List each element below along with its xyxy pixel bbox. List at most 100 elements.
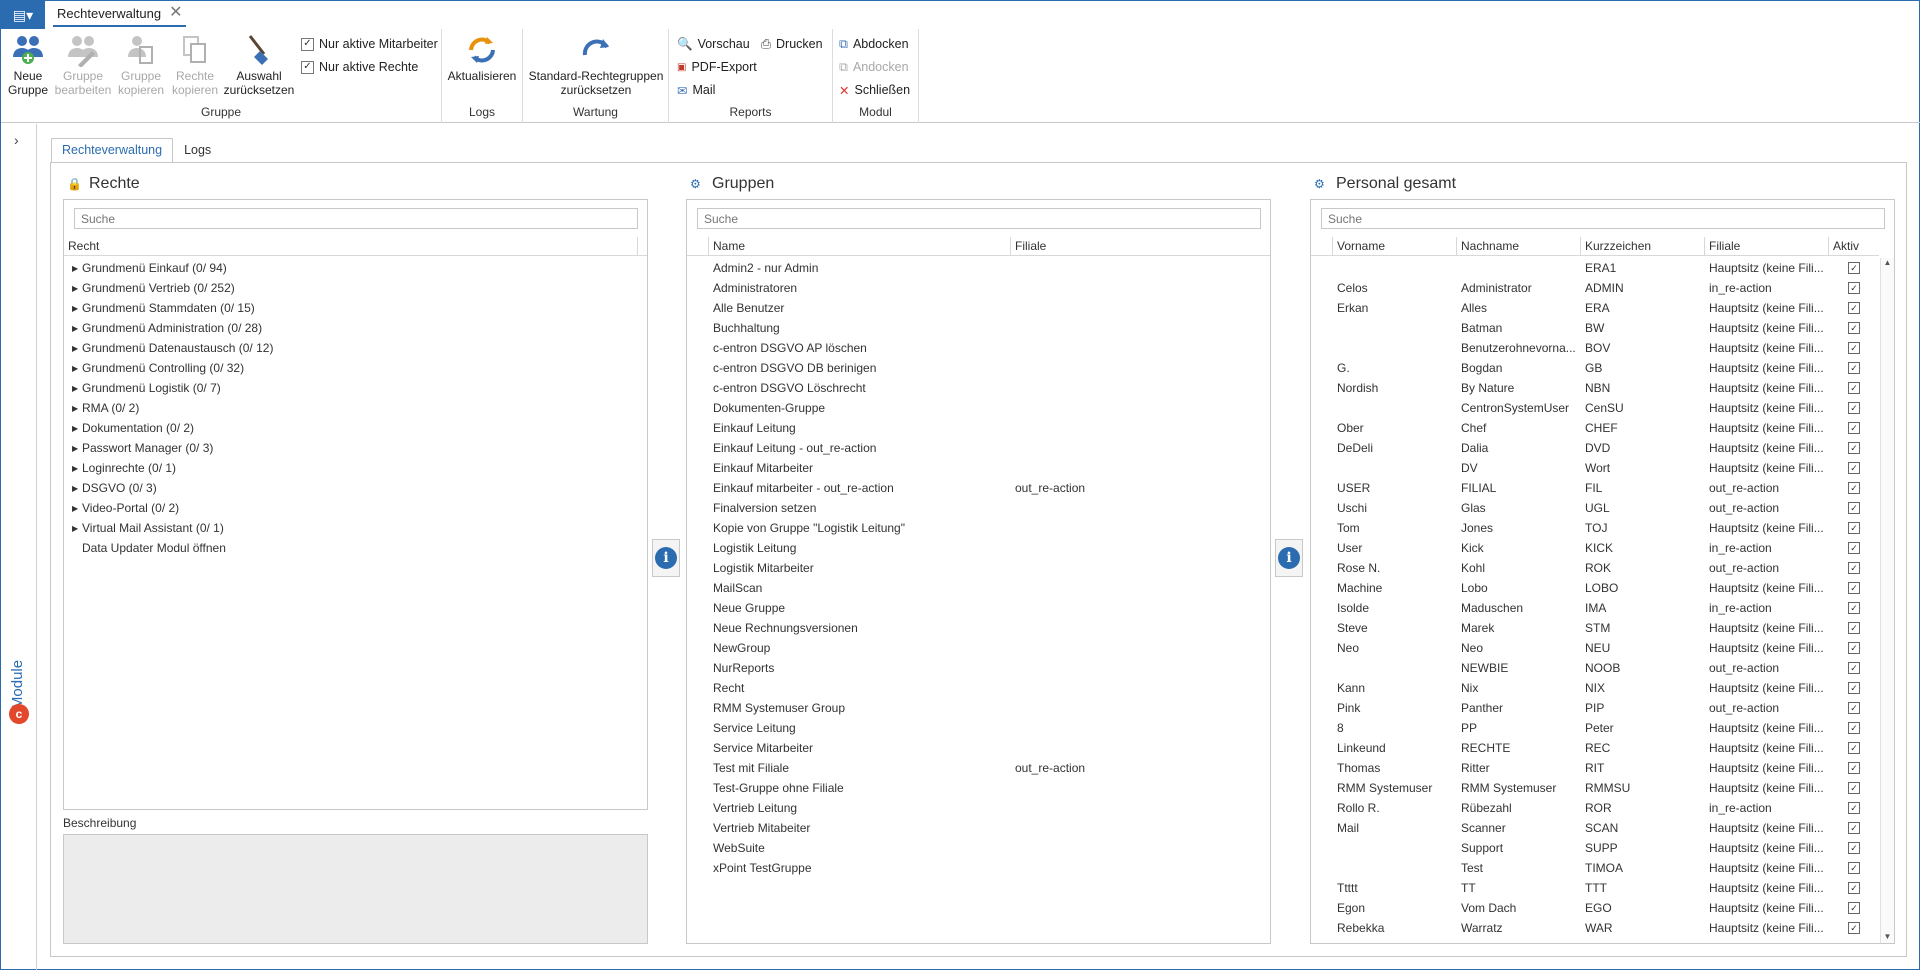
aktiv-checkbox[interactable]: ✓ (1848, 782, 1860, 794)
expand-arrow-icon[interactable]: ▶ (72, 444, 82, 453)
aktiv-checkbox[interactable]: ✓ (1848, 682, 1860, 694)
table-row[interactable]: Test-Gruppe ohne Filiale (687, 778, 1270, 798)
expand-arrow-icon[interactable]: ▶ (72, 384, 82, 393)
table-row[interactable]: Rose N. Kohl ROK out_re-action ✓ (1311, 558, 1879, 578)
table-row[interactable]: G. Bogdan GB Hauptsitz (keine Fili... ✓ (1311, 358, 1879, 378)
table-row[interactable]: NEWBIE NOOB out_re-action ✓ (1311, 658, 1879, 678)
aktiv-checkbox[interactable]: ✓ (1848, 262, 1860, 274)
aktiv-checkbox[interactable]: ✓ (1848, 542, 1860, 554)
aktiv-checkbox[interactable]: ✓ (1848, 862, 1860, 874)
table-row[interactable]: Test TIMOA Hauptsitz (keine Fili... ✓ (1311, 858, 1879, 878)
table-row[interactable]: Vertrieb Leitung (687, 798, 1270, 818)
aktiv-checkbox[interactable]: ✓ (1848, 742, 1860, 754)
tab-logs[interactable]: Logs (173, 138, 222, 163)
aktiv-checkbox[interactable]: ✓ (1848, 662, 1860, 674)
expand-arrow-icon[interactable]: ▶ (72, 324, 82, 333)
table-row[interactable]: Support SUPP Hauptsitz (keine Fili... ✓ (1311, 838, 1879, 858)
table-row[interactable]: Buchhaltung (687, 318, 1270, 338)
expand-arrow-icon[interactable]: ▶ (72, 404, 82, 413)
table-row[interactable]: Steve Marek STM Hauptsitz (keine Fili... ✓ (1311, 618, 1879, 638)
aktiv-checkbox[interactable]: ✓ (1848, 562, 1860, 574)
aktiv-checkbox[interactable]: ✓ (1848, 502, 1860, 514)
table-row[interactable]: ERA1 Hauptsitz (keine Fili... ✓ (1311, 258, 1879, 278)
aktiv-checkbox[interactable]: ✓ (1848, 722, 1860, 734)
aktiv-checkbox[interactable]: ✓ (1848, 822, 1860, 834)
expand-arrow-icon[interactable]: ▶ (72, 504, 82, 513)
expand-arrow-icon[interactable]: ▶ (72, 304, 82, 313)
table-row[interactable]: c-entron DSGVO DB berinigen (687, 358, 1270, 378)
table-row[interactable]: 8 PP Peter Hauptsitz (keine Fili... ✓ (1311, 718, 1879, 738)
table-row[interactable]: Kann Nix NIX Hauptsitz (keine Fili... ✓ (1311, 678, 1879, 698)
table-row[interactable]: Ttttt TT TTT Hauptsitz (keine Fili... ✓ (1311, 878, 1879, 898)
gruppen-search-input[interactable] (697, 208, 1261, 229)
aktiv-checkbox[interactable]: ✓ (1848, 582, 1860, 594)
aktiv-checkbox[interactable]: ✓ (1848, 922, 1860, 934)
table-row[interactable]: WebSuite (687, 838, 1270, 858)
table-row[interactable]: CentronSystemUser CenSU Hauptsitz (keine F… (1311, 398, 1879, 418)
table-row[interactable]: User Kick KICK in_re-action ✓ (1311, 538, 1879, 558)
expand-arrow-icon[interactable]: ▶ (72, 264, 82, 273)
chevron-right-icon[interactable]: › (14, 132, 19, 148)
column-header-aktiv[interactable]: Aktiv (1829, 237, 1879, 255)
gruppe-bearbeiten-button[interactable]: Gruppe bearbeiten (53, 33, 113, 97)
column-header-name[interactable]: Name (709, 237, 1011, 255)
table-row[interactable]: Machine Lobo LOBO Hauptsitz (keine Fili... ✓ (1311, 578, 1879, 598)
aktiv-checkbox[interactable]: ✓ (1848, 442, 1860, 454)
table-row[interactable]: Service Leitung (687, 718, 1270, 738)
table-row[interactable]: Neue Gruppe (687, 598, 1270, 618)
aktiv-checkbox[interactable]: ✓ (1848, 282, 1860, 294)
aktiv-checkbox[interactable]: ✓ (1848, 902, 1860, 914)
table-row[interactable]: Neo Neo NEU Hauptsitz (keine Fili... ✓ (1311, 638, 1879, 658)
tree-item[interactable]: ▶ Grundmenü Stammdaten (0/ 15) (64, 298, 647, 318)
table-row[interactable]: Recht (687, 678, 1270, 698)
expand-arrow-icon[interactable]: ▶ (72, 484, 82, 493)
table-row[interactable]: Finalversion setzen (687, 498, 1270, 518)
table-row[interactable]: Pink Panther PIP out_re-action ✓ (1311, 698, 1879, 718)
table-row[interactable]: Logistik Leitung (687, 538, 1270, 558)
table-row[interactable]: xPoint TestGruppe (687, 858, 1270, 878)
tree-item[interactable]: ▶ Dokumentation (0/ 2) (64, 418, 647, 438)
column-header-vorname[interactable]: Vorname (1333, 237, 1457, 255)
vorschau-button[interactable]: 🔍 Vorschau (677, 35, 750, 53)
table-row[interactable]: c-entron DSGVO Löschrecht (687, 378, 1270, 398)
table-row[interactable]: Rebekka Warratz WAR Hauptsitz (keine Fili..… (1311, 918, 1879, 938)
table-row[interactable]: Uschi Glas UGL out_re-action ✓ (1311, 498, 1879, 518)
app-menu-button[interactable]: ▤▾ (1, 1, 45, 29)
table-row[interactable]: Einkauf Leitung (687, 418, 1270, 438)
table-row[interactable]: DeDeli Dalia DVD Hauptsitz (keine Fili... ✓ (1311, 438, 1879, 458)
aktiv-checkbox[interactable]: ✓ (1848, 342, 1860, 354)
personal-scrollbar[interactable]: ▲ ▼ (1880, 258, 1894, 943)
aktiv-checkbox[interactable]: ✓ (1848, 462, 1860, 474)
table-row[interactable]: Admin2 - nur Admin (687, 258, 1270, 278)
info-button[interactable]: i (1275, 539, 1303, 577)
aktiv-checkbox[interactable]: ✓ (1848, 522, 1860, 534)
table-row[interactable]: RMM Systemuser RMM Systemuser RMMSU Hauptsi… (1311, 778, 1879, 798)
table-row[interactable]: Service Mitarbeiter (687, 738, 1270, 758)
aktiv-checkbox[interactable]: ✓ (1848, 802, 1860, 814)
nur-aktive-rechte-checkbox[interactable]: ✓ Nur aktive Rechte (301, 58, 418, 76)
tree-item[interactable]: ▶ Loginrechte (0/ 1) (64, 458, 647, 478)
table-row[interactable]: Einkauf Mitarbeiter (687, 458, 1270, 478)
document-tab[interactable]: Rechteverwaltung ✕ (53, 1, 187, 27)
tree-item[interactable]: ▶ Grundmenü Datenaustausch (0/ 12) (64, 338, 647, 358)
table-row[interactable]: Vertrieb Mitabeiter (687, 818, 1270, 838)
nur-aktive-mitarbeiter-checkbox[interactable]: ✓ Nur aktive Mitarbeiter (301, 35, 438, 53)
table-row[interactable]: Tom Jones TOJ Hauptsitz (keine Fili... ✓ (1311, 518, 1879, 538)
tree-item[interactable]: ▶ Grundmenü Administration (0/ 28) (64, 318, 647, 338)
aktiv-checkbox[interactable]: ✓ (1848, 762, 1860, 774)
table-row[interactable]: Rollo R. Rübezahl ROR in_re-action ✓ (1311, 798, 1879, 818)
rechte-search-input[interactable] (74, 208, 638, 229)
table-row[interactable]: NurReports (687, 658, 1270, 678)
neue-gruppe-button[interactable]: Neue Gruppe (5, 33, 51, 97)
table-row[interactable]: Celos Administrator ADMIN in_re-action ✓ (1311, 278, 1879, 298)
tree-item[interactable]: ▶ Virtual Mail Assistant (0/ 1) (64, 518, 647, 538)
table-row[interactable]: Egon Vom Dach EGO Hauptsitz (keine Fili... ✓ (1311, 898, 1879, 918)
table-row[interactable]: Einkauf Leitung - out_re-action (687, 438, 1270, 458)
expand-arrow-icon[interactable]: ▶ (72, 364, 82, 373)
table-row[interactable]: Isolde Maduschen IMA in_re-action ✓ (1311, 598, 1879, 618)
rechte-kopieren-button[interactable]: Rechte kopieren (169, 33, 221, 97)
expand-arrow-icon[interactable]: ▶ (72, 284, 82, 293)
tree-item[interactable]: ▶ Passwort Manager (0/ 3) (64, 438, 647, 458)
aktualisieren-button[interactable]: Aktualisieren (446, 33, 518, 83)
table-row[interactable]: Ober Chef CHEF Hauptsitz (keine Fili... ✓ (1311, 418, 1879, 438)
